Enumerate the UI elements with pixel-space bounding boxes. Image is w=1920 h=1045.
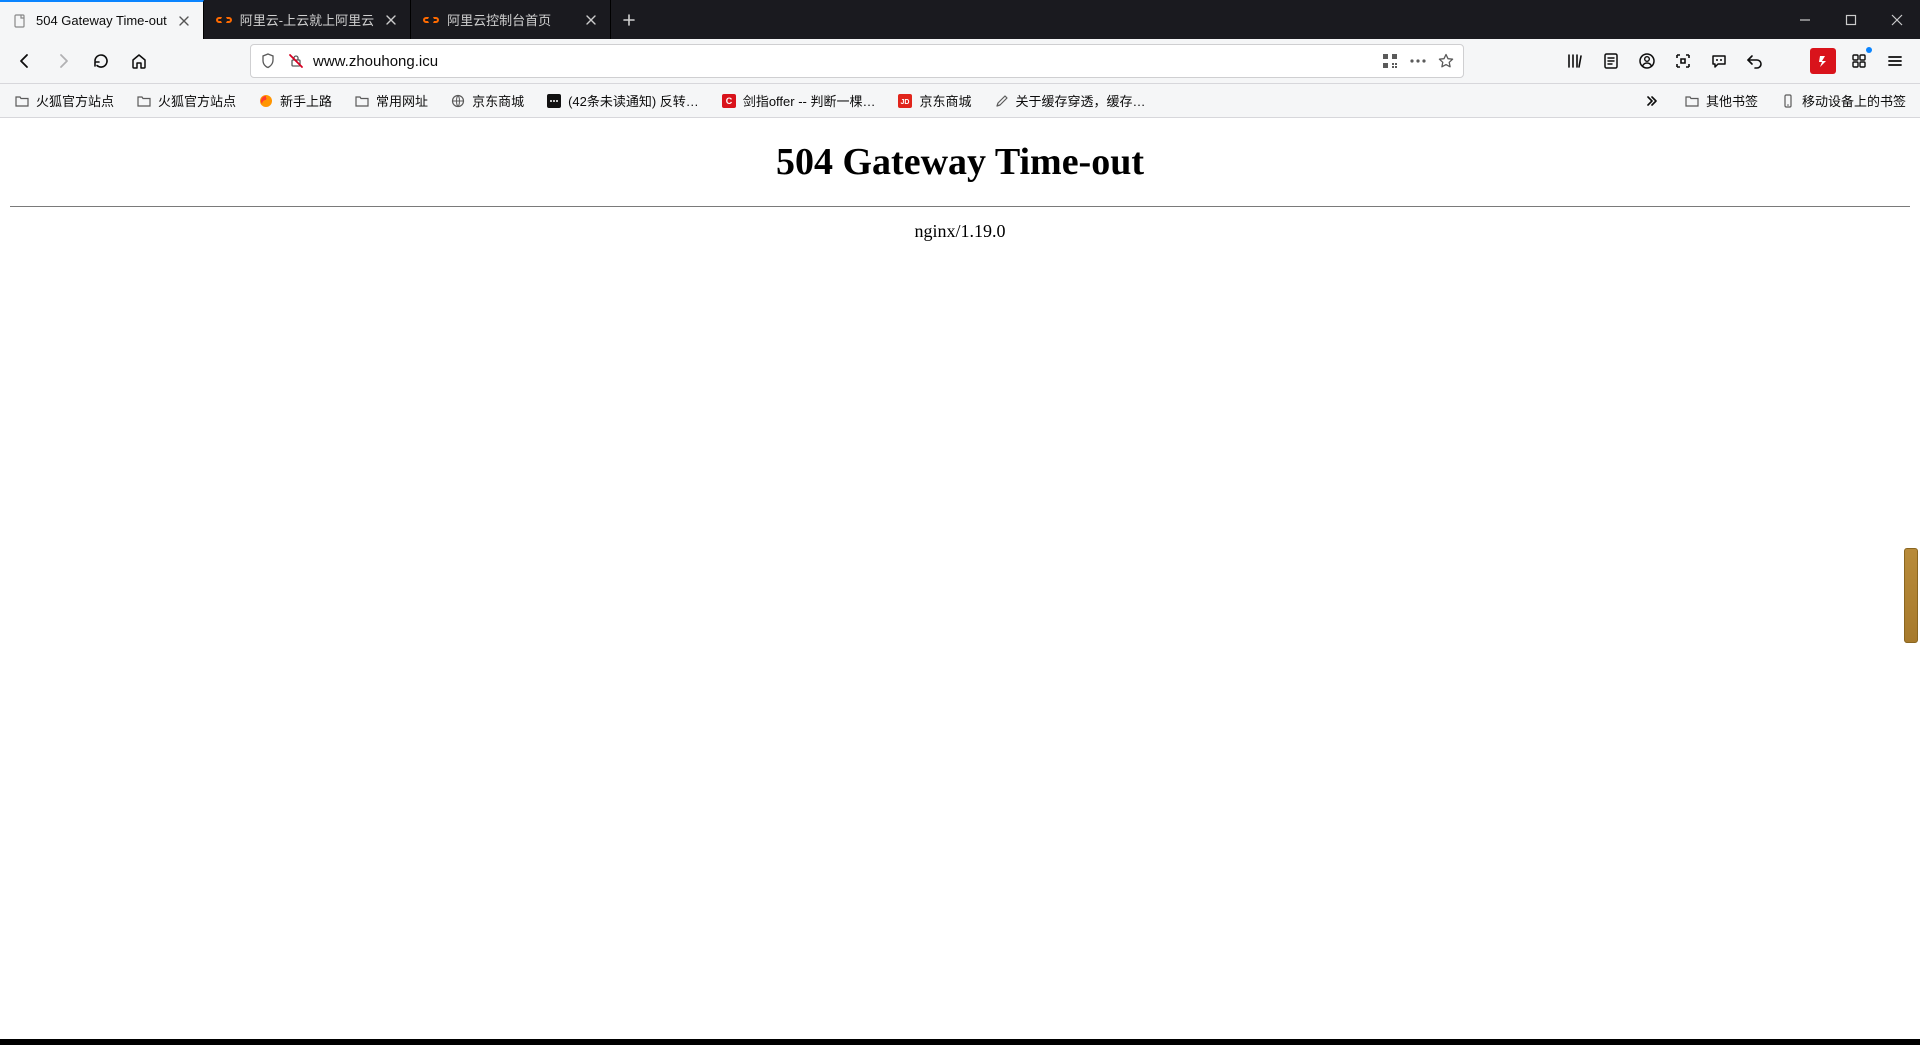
tab-close-button[interactable]: [382, 11, 400, 29]
tab-close-button[interactable]: [175, 12, 193, 30]
bookmarks-overflow-button[interactable]: [1642, 89, 1666, 113]
bookmark-item[interactable]: C 剑指offer -- 判断一棵…: [717, 88, 880, 113]
tab-1[interactable]: 阿里云-上云就上阿里云: [204, 0, 411, 39]
app-menu-button[interactable]: [1878, 44, 1912, 78]
mobile-icon: [1780, 93, 1796, 109]
bookmark-item[interactable]: 关于缓存穿透，缓存…: [990, 88, 1150, 113]
page-viewport[interactable]: 504 Gateway Time-out nginx/1.19.0: [0, 118, 1920, 1039]
insecure-lock-icon[interactable]: [285, 50, 307, 72]
forward-button[interactable]: [46, 44, 80, 78]
titlebar: 504 Gateway Time-out 阿里云-上云就上阿里云 阿里云控制台首…: [0, 0, 1920, 39]
screenshot-button[interactable]: [1666, 44, 1700, 78]
globe-icon: [450, 93, 466, 109]
new-tab-button[interactable]: [611, 0, 647, 39]
folder-icon: [1684, 93, 1700, 109]
pen-icon: [994, 93, 1010, 109]
flash-icon: [1810, 48, 1836, 74]
bookmark-label: 剑指offer -- 判断一棵…: [743, 91, 876, 110]
url-input[interactable]: [313, 53, 1373, 70]
window-close-button[interactable]: [1874, 0, 1920, 39]
bookmark-item[interactable]: JD 京东商城: [893, 88, 975, 113]
aliyun-icon: [423, 12, 439, 28]
navigation-toolbar: [0, 39, 1920, 84]
flash-extension-button[interactable]: [1806, 44, 1840, 78]
titlebar-drag-area[interactable]: [647, 0, 1782, 39]
aliyun-icon: [216, 12, 232, 28]
bookmark-label: 新手上路: [280, 91, 332, 110]
bookmark-item[interactable]: 火狐官方站点: [10, 88, 118, 113]
server-signature: nginx/1.19.0: [10, 221, 1910, 242]
bookmark-label: (42条未读通知) 反转…: [568, 91, 699, 110]
tab-label: 阿里云控制台首页: [447, 10, 574, 29]
square-dark-icon: [546, 93, 562, 109]
c-red-icon: C: [721, 93, 737, 109]
back-button[interactable]: [8, 44, 42, 78]
os-taskbar[interactable]: [0, 1039, 1920, 1045]
bookmark-item[interactable]: (42条未读通知) 反转…: [542, 88, 703, 113]
tab-2[interactable]: 阿里云控制台首页: [411, 0, 611, 39]
address-bar[interactable]: [250, 44, 1464, 78]
firefox-icon: [258, 93, 274, 109]
chat-button[interactable]: [1702, 44, 1736, 78]
bookmarks-bar: 火狐官方站点 火狐官方站点 新手上路 常用网址 京东商城 (42条未读通知) 反…: [0, 84, 1920, 118]
bookmark-label: 京东商城: [919, 91, 971, 110]
bookmark-label: 移动设备上的书签: [1802, 91, 1906, 110]
whats-new-button[interactable]: [1842, 44, 1876, 78]
library-button[interactable]: [1558, 44, 1592, 78]
tab-close-button[interactable]: [582, 11, 600, 29]
reader-view-button[interactable]: [1594, 44, 1628, 78]
bookmark-mobile-folder[interactable]: 移动设备上的书签: [1776, 88, 1910, 113]
bookmark-label: 常用网址: [376, 91, 428, 110]
error-page: 504 Gateway Time-out nginx/1.19.0: [0, 118, 1920, 242]
svg-text:JD: JD: [901, 99, 910, 106]
reload-button[interactable]: [84, 44, 118, 78]
window-controls: [1782, 0, 1920, 39]
blank-doc-icon: [12, 13, 28, 29]
svg-text:C: C: [726, 96, 733, 106]
scrollbar-thumb[interactable]: [1904, 548, 1918, 643]
bookmark-label: 其他书签: [1706, 91, 1758, 110]
bookmark-item[interactable]: 常用网址: [350, 88, 432, 113]
bookmark-label: 火狐官方站点: [36, 91, 114, 110]
bookmark-item[interactable]: 火狐官方站点: [132, 88, 240, 113]
bookmark-star-icon[interactable]: [1435, 50, 1457, 72]
bookmark-item[interactable]: 京东商城: [446, 88, 528, 113]
folder-icon: [136, 93, 152, 109]
window-minimize-button[interactable]: [1782, 0, 1828, 39]
tab-label: 阿里云-上云就上阿里云: [240, 10, 374, 29]
toolbar-right: [1558, 44, 1912, 78]
qr-icon[interactable]: [1379, 50, 1401, 72]
window-maximize-button[interactable]: [1828, 0, 1874, 39]
divider: [10, 206, 1910, 207]
shield-icon[interactable]: [257, 50, 279, 72]
jd-red-icon: JD: [897, 93, 913, 109]
tab-0[interactable]: 504 Gateway Time-out: [0, 0, 204, 39]
bookmark-item[interactable]: 新手上路: [254, 88, 336, 113]
bookmark-other-folder[interactable]: 其他书签: [1680, 88, 1762, 113]
folder-icon: [354, 93, 370, 109]
bookmark-label: 火狐官方站点: [158, 91, 236, 110]
error-heading: 504 Gateway Time-out: [10, 140, 1910, 184]
account-button[interactable]: [1630, 44, 1664, 78]
bookmark-label: 关于缓存穿透，缓存…: [1016, 91, 1146, 110]
bookmark-label: 京东商城: [472, 91, 524, 110]
home-button[interactable]: [122, 44, 156, 78]
folder-icon: [14, 93, 30, 109]
undo-button[interactable]: [1738, 44, 1772, 78]
tab-label: 504 Gateway Time-out: [36, 13, 167, 28]
page-actions-icon[interactable]: [1407, 50, 1429, 72]
